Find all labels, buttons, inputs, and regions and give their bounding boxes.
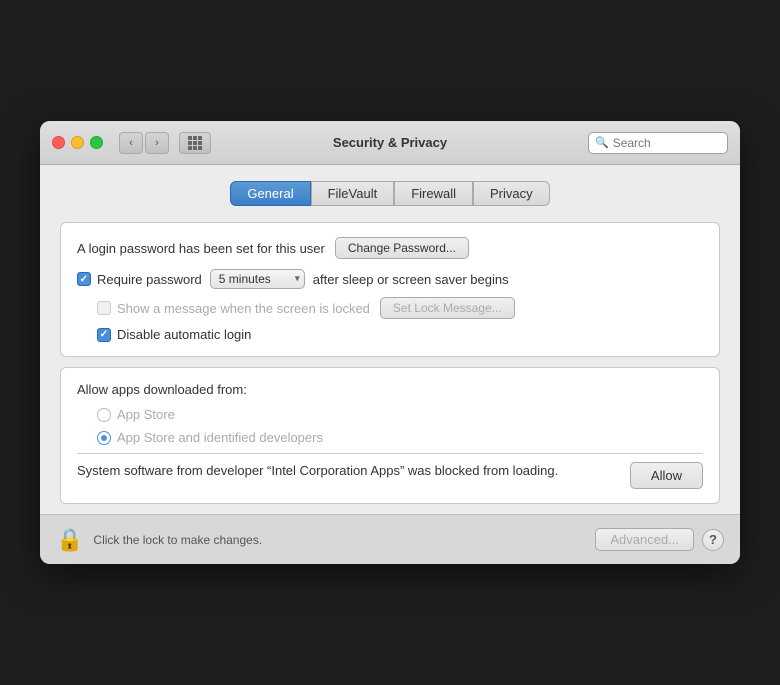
footer-right: Advanced... ? [595,528,724,551]
grid-icon [188,136,202,150]
show-message-text: Show a message when the screen is locked [117,301,370,316]
radio-appstore-identified-label: App Store and identified developers [97,430,703,445]
close-button[interactable] [52,136,65,149]
require-password-row: Require password 5 minutes immediately 1… [77,269,703,289]
show-message-row: Show a message when the screen is locked… [97,297,703,319]
forward-button[interactable]: › [145,132,169,154]
titlebar: ‹ › Security & Privacy 🔍 [40,121,740,165]
require-password-text: Require password [97,272,202,287]
require-password-label: Require password [77,272,202,287]
lock-icon[interactable]: 🔒 [56,527,83,553]
main-window: ‹ › Security & Privacy 🔍 General FileVau… [40,121,740,564]
tab-bar: General FileVault Firewall Privacy [60,181,720,206]
password-section: A login password has been set for this u… [60,222,720,357]
require-password-suffix: after sleep or screen saver begins [313,272,509,287]
tab-privacy[interactable]: Privacy [473,181,550,206]
radio-appstore[interactable] [97,408,111,422]
search-icon: 🔍 [595,136,609,149]
radio-appstore-identified-text: App Store and identified developers [117,430,323,445]
grid-view-button[interactable] [179,132,211,154]
search-box[interactable]: 🔍 [588,132,728,154]
minimize-button[interactable] [71,136,84,149]
divider [77,453,703,454]
maximize-button[interactable] [90,136,103,149]
login-password-text: A login password has been set for this u… [77,241,325,256]
footer: 🔒 Click the lock to make changes. Advanc… [40,514,740,564]
password-timeout-select[interactable]: 5 minutes immediately 1 minute 15 minute… [210,269,305,289]
show-message-label: Show a message when the screen is locked [97,301,370,316]
allow-section: System software from developer “Intel Co… [77,462,703,489]
tab-filevault[interactable]: FileVault [311,181,395,206]
footer-text: Click the lock to make changes. [93,533,595,547]
show-message-checkbox[interactable] [97,301,111,315]
disable-autologin-label: Disable automatic login [97,327,251,342]
window-title: Security & Privacy [333,135,447,150]
password-timeout-wrapper: 5 minutes immediately 1 minute 15 minute… [210,269,305,289]
system-software-text: System software from developer “Intel Co… [77,462,614,480]
advanced-button[interactable]: Advanced... [595,528,694,551]
radio-appstore-text: App Store [117,407,175,422]
change-password-button[interactable]: Change Password... [335,237,469,259]
disable-autologin-text: Disable automatic login [117,327,251,342]
content-area: General FileVault Firewall Privacy A log… [40,165,740,514]
radio-group: App Store App Store and identified devel… [97,407,703,445]
help-button[interactable]: ? [702,529,724,551]
nav-arrows: ‹ › [119,132,169,154]
allow-apps-section: Allow apps downloaded from: App Store Ap… [60,367,720,504]
search-input[interactable] [613,136,721,150]
disable-autologin-checkbox[interactable] [97,328,111,342]
back-button[interactable]: ‹ [119,132,143,154]
radio-appstore-label: App Store [97,407,703,422]
radio-appstore-identified[interactable] [97,431,111,445]
tab-general[interactable]: General [230,181,310,206]
tab-firewall[interactable]: Firewall [394,181,473,206]
disable-autologin-row: Disable automatic login [97,327,703,342]
allow-button[interactable]: Allow [630,462,703,489]
allow-apps-title: Allow apps downloaded from: [77,382,703,397]
set-lock-message-button[interactable]: Set Lock Message... [380,297,515,319]
traffic-lights [52,136,103,149]
login-password-row: A login password has been set for this u… [77,237,703,259]
require-password-checkbox[interactable] [77,272,91,286]
